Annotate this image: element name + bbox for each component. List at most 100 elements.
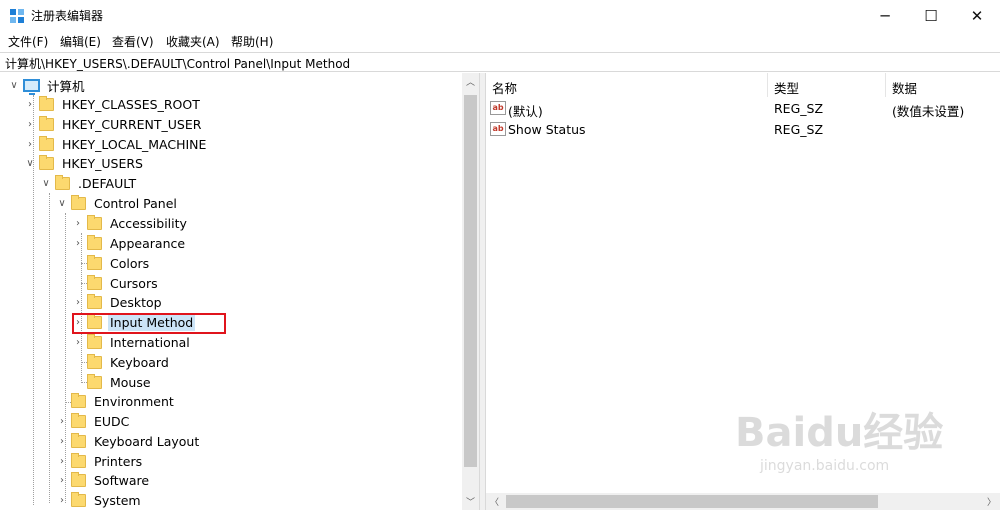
title-bar: 注册表编辑器 ─ ☐ ✕	[0, 0, 1000, 31]
folder-icon	[71, 432, 86, 448]
tree-guide-line	[49, 193, 50, 503]
scroll-thumb[interactable]	[506, 495, 878, 508]
value-name: (默认)	[508, 104, 543, 119]
tree-node-label: Mouse	[110, 374, 151, 390]
tree-node-keyboard[interactable]: Keyboard	[72, 352, 171, 372]
tree-node-cursors[interactable]: Cursors	[72, 273, 160, 293]
folder-icon	[87, 214, 102, 230]
tree-node-label: Keyboard Layout	[94, 433, 200, 449]
tree-node-label: HKEY_LOCAL_MACHINE	[62, 136, 207, 152]
chevron-right-icon[interactable]: ›	[72, 218, 84, 229]
regedit-app-icon	[10, 9, 24, 23]
tree-vertical-scrollbar[interactable]: ︿ ﹀	[462, 73, 479, 510]
close-button[interactable]: ✕	[954, 0, 1000, 31]
tree-node-label: Cursors	[110, 275, 158, 291]
menu-favorites[interactable]: 收藏夹(A)	[166, 33, 220, 50]
chevron-down-icon[interactable]: ∨	[56, 198, 68, 209]
chevron-right-icon[interactable]: ›	[72, 238, 84, 249]
tree-node-hkey-users[interactable]: ∨ HKEY_USERS	[24, 153, 145, 173]
chevron-right-icon[interactable]: ›	[56, 436, 68, 447]
value-type: REG_SZ	[774, 122, 824, 137]
folder-icon	[87, 234, 102, 250]
tree-node-label: HKEY_USERS	[62, 155, 143, 171]
column-header-name[interactable]: 名称	[486, 73, 768, 97]
chevron-down-icon[interactable]: ∨	[8, 80, 20, 91]
address-bar[interactable]: 计算机\HKEY_USERS\.DEFAULT\Control Panel\In…	[0, 52, 1000, 72]
chevron-right-icon[interactable]: ›	[56, 416, 68, 427]
tree-node-environment[interactable]: Environment	[56, 391, 176, 411]
tree-node-colors[interactable]: Colors	[72, 253, 151, 273]
menu-bar: 文件(F) 编辑(E) 查看(V) 收藏夹(A) 帮助(H)	[0, 31, 1000, 51]
maximize-button[interactable]: ☐	[908, 0, 954, 31]
tree-node-label: Keyboard	[110, 354, 169, 370]
chevron-right-icon[interactable]: ›	[72, 337, 84, 348]
chevron-right-icon[interactable]: ›	[56, 495, 68, 506]
tree-node-hkey-current-user[interactable]: › HKEY_CURRENT_USER	[24, 114, 203, 134]
scroll-left-icon[interactable]: 〈	[486, 493, 503, 510]
tree-node-label: Environment	[94, 393, 174, 409]
folder-icon	[87, 293, 102, 309]
pane-splitter[interactable]	[479, 73, 486, 510]
column-header-type[interactable]: 类型	[768, 73, 886, 97]
tree-node-appearance[interactable]: › Appearance	[72, 233, 187, 253]
tree-node-mouse[interactable]: Mouse	[72, 372, 153, 392]
chevron-right-icon[interactable]: ›	[56, 456, 68, 467]
tree-node-label: International	[110, 334, 190, 350]
folder-icon	[55, 174, 70, 190]
folder-icon	[87, 353, 102, 369]
tree-node-software[interactable]: › Software	[56, 470, 151, 490]
scroll-up-icon[interactable]: ︿	[462, 73, 479, 90]
menu-edit[interactable]: 编辑(E)	[60, 33, 101, 50]
menu-file[interactable]: 文件(F)	[8, 33, 48, 50]
chevron-right-icon[interactable]: ›	[24, 139, 36, 150]
scroll-thumb[interactable]	[464, 95, 477, 467]
menu-view[interactable]: 查看(V)	[112, 33, 154, 50]
tree-node-hkey-local-machine[interactable]: › HKEY_LOCAL_MACHINE	[24, 134, 208, 154]
value-data: (数值未设置)	[892, 104, 965, 119]
address-path[interactable]: 计算机\HKEY_USERS\.DEFAULT\Control Panel\In…	[5, 55, 350, 72]
key-tree: ∨ 计算机 › HKEY_CLASSES_ROOT › HKEY_CURRENT…	[0, 73, 479, 510]
scroll-down-icon[interactable]: ﹀	[462, 493, 479, 510]
tree-node-hkey-classes-root[interactable]: › HKEY_CLASSES_ROOT	[24, 94, 202, 114]
folder-icon	[71, 491, 86, 507]
tree-node-accessibility[interactable]: › Accessibility	[72, 213, 189, 233]
tree-node-international[interactable]: › International	[72, 332, 192, 352]
tree-node-label: EUDC	[94, 413, 130, 429]
tree-node-default[interactable]: ∨ .DEFAULT	[40, 173, 138, 193]
column-header-data[interactable]: 数据	[886, 73, 1000, 97]
string-value-icon: ab	[490, 122, 506, 136]
computer-icon	[23, 78, 40, 95]
folder-icon	[87, 254, 102, 270]
chevron-right-icon[interactable]: ›	[24, 119, 36, 130]
chevron-right-icon[interactable]: ›	[24, 99, 36, 110]
minimize-button[interactable]: ─	[862, 0, 908, 31]
tree-node-computer[interactable]: ∨ 计算机	[8, 75, 87, 95]
list-item[interactable]: ab (默认) REG_SZ (数值未设置)	[486, 99, 1000, 119]
watermark-url: jingyan.baidu.com	[760, 458, 890, 474]
chevron-right-icon[interactable]: ›	[72, 297, 84, 308]
folder-icon	[39, 115, 54, 131]
folder-icon	[71, 452, 86, 468]
tree-node-label: Appearance	[110, 235, 186, 251]
tree-node-keyboard-layout[interactable]: › Keyboard Layout	[56, 431, 201, 451]
tree-node-label: 计算机	[47, 78, 85, 94]
value-type: REG_SZ	[774, 101, 824, 116]
list-item[interactable]: ab Show Status REG_SZ	[486, 120, 1000, 140]
tree-node-desktop[interactable]: › Desktop	[72, 292, 164, 312]
window-title: 注册表编辑器	[31, 9, 104, 23]
folder-icon	[71, 392, 86, 408]
tree-node-printers[interactable]: › Printers	[56, 451, 144, 471]
tree-node-label: Accessibility	[110, 215, 187, 231]
tree-node-control-panel[interactable]: ∨ Control Panel	[56, 193, 179, 213]
tree-node-system[interactable]: › System	[56, 490, 143, 510]
folder-icon	[87, 333, 102, 349]
scroll-right-icon[interactable]: 〉	[983, 493, 1000, 510]
chevron-down-icon[interactable]: ∨	[24, 158, 36, 169]
tree-node-label: Control Panel	[94, 195, 177, 211]
list-horizontal-scrollbar[interactable]: 〈 〉	[486, 493, 1000, 510]
chevron-right-icon[interactable]: ›	[56, 475, 68, 486]
folder-icon	[71, 412, 86, 428]
chevron-down-icon[interactable]: ∨	[40, 178, 52, 189]
menu-help[interactable]: 帮助(H)	[231, 33, 273, 50]
tree-node-eudc[interactable]: › EUDC	[56, 411, 131, 431]
